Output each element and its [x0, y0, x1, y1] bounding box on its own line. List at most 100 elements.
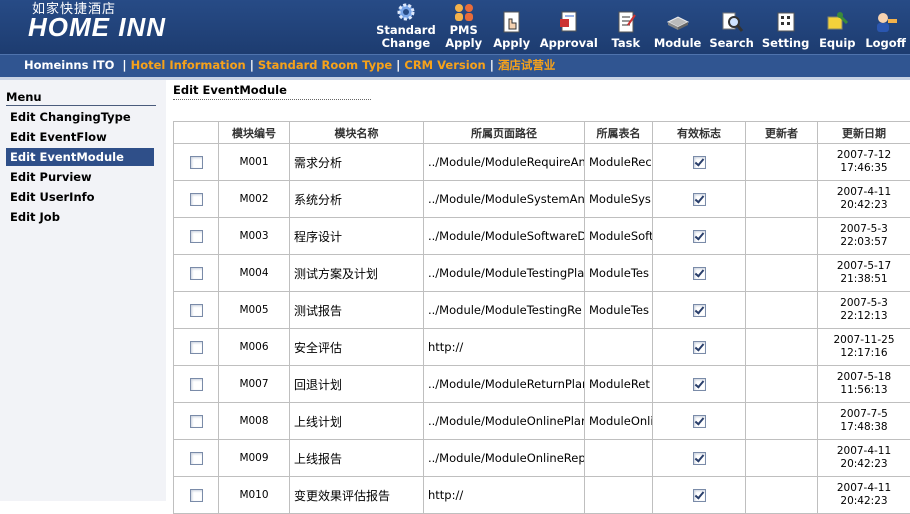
valid-flag-cell — [653, 403, 746, 440]
menu-divider — [6, 105, 156, 106]
valid-flag-checkbox[interactable] — [693, 267, 706, 280]
module-table-cell: ModuleSys — [585, 181, 653, 218]
table-row[interactable]: M010变更效果评估报告http://2007-4-1120:42:23 — [174, 477, 910, 514]
pms-apply-button[interactable]: PMSApply — [440, 0, 488, 54]
row-select-checkbox[interactable] — [190, 341, 203, 354]
module-name-cell: 上线计划 — [290, 403, 424, 440]
module-code-cell: M006 — [219, 329, 290, 366]
valid-flag-checkbox[interactable] — [693, 489, 706, 502]
row-select-checkbox[interactable] — [190, 489, 203, 502]
standard-change-button[interactable]: StandardChange — [372, 0, 440, 54]
module-chip-icon — [666, 11, 690, 33]
updater-cell — [746, 477, 818, 514]
table-row[interactable]: M003程序设计../Module/ModuleSoftwareDModuleS… — [174, 218, 910, 255]
setting-button[interactable]: Setting — [758, 0, 813, 54]
table-row[interactable]: M005测试报告../Module/ModuleTestingReModuleT… — [174, 292, 910, 329]
valid-flag-checkbox[interactable] — [693, 230, 706, 243]
sidebar-item-edit-eventmodule[interactable]: Edit EventModule — [6, 148, 154, 166]
equip-button[interactable]: Equip — [813, 0, 861, 54]
updater-cell — [746, 366, 818, 403]
sidebar-item-edit-job[interactable]: Edit Job — [6, 208, 154, 226]
sidebar-item-edit-eventflow[interactable]: Edit EventFlow — [6, 128, 154, 146]
row-select-cell — [174, 440, 219, 477]
module-table-cell: ModuleSoft — [585, 218, 653, 255]
nav-link-1[interactable]: Standard Room Type — [258, 58, 392, 72]
updater-cell — [746, 218, 818, 255]
module-path-cell: ../Module/ModuleOnlineRep — [424, 440, 585, 477]
valid-flag-checkbox[interactable] — [693, 341, 706, 354]
table-row[interactable]: M009上线报告../Module/ModuleOnlineRep2007-4-… — [174, 440, 910, 477]
row-select-checkbox[interactable] — [190, 452, 203, 465]
row-select-cell — [174, 144, 219, 181]
row-select-checkbox[interactable] — [190, 156, 203, 169]
table-row[interactable]: M004测试方案及计划../Module/ModuleTestingPlaMod… — [174, 255, 910, 292]
module-table-cell: ModuleTes — [585, 255, 653, 292]
module-name-cell: 回退计划 — [290, 366, 424, 403]
table-row[interactable]: M001需求分析../Module/ModuleRequireAnModuleR… — [174, 144, 910, 181]
valid-flag-checkbox[interactable] — [693, 156, 706, 169]
update-time: 22:12:13 — [840, 310, 887, 322]
toolbar-label: Approval — [540, 37, 598, 50]
valid-flag-checkbox[interactable] — [693, 304, 706, 317]
table-row[interactable]: M008上线计划../Module/ModuleOnlinePlarModule… — [174, 403, 910, 440]
updater-cell — [746, 292, 818, 329]
row-select-cell — [174, 329, 219, 366]
nav-link-3[interactable]: 酒店试营业 — [498, 58, 556, 72]
valid-flag-cell — [653, 255, 746, 292]
homeinns-logo: 如家快捷酒店 HOME INN — [28, 0, 178, 52]
valid-flag-checkbox[interactable] — [693, 415, 706, 428]
logoff-button[interactable]: Logoff — [861, 0, 910, 54]
update-date: 2007-5-3 — [840, 223, 888, 235]
sidebar: Menu Edit ChangingTypeEdit EventFlowEdit… — [0, 80, 166, 501]
gear-cog-icon — [394, 1, 418, 23]
update-date-cell: 2007-7-1217:46:35 — [818, 144, 910, 181]
column-header-5: 有效标志 — [653, 122, 746, 144]
module-code-cell: M010 — [219, 477, 290, 514]
sidebar-item-edit-purview[interactable]: Edit Purview — [6, 168, 154, 186]
updater-cell — [746, 144, 818, 181]
row-select-checkbox[interactable] — [190, 193, 203, 206]
row-select-checkbox[interactable] — [190, 378, 203, 391]
valid-flag-checkbox[interactable] — [693, 193, 706, 206]
pointer-hand-icon — [500, 11, 524, 33]
search-button[interactable]: Search — [705, 0, 758, 54]
nav-bar: Homeinns ITO |Hotel Information|Standard… — [0, 54, 910, 80]
search-magnifier-icon — [720, 11, 744, 33]
update-date: 2007-4-11 — [837, 482, 891, 494]
table-row[interactable]: M002系统分析../Module/ModuleSystemAnaModuleS… — [174, 181, 910, 218]
sidebar-item-edit-changingtype[interactable]: Edit ChangingType — [6, 108, 154, 126]
row-select-checkbox[interactable] — [190, 267, 203, 280]
task-button[interactable]: Task — [602, 0, 650, 54]
update-time: 21:38:51 — [840, 273, 887, 285]
update-date-cell: 2007-4-1120:42:23 — [818, 181, 910, 218]
module-table-cell — [585, 440, 653, 477]
nav-separator: | — [396, 58, 400, 72]
module-button[interactable]: Module — [650, 0, 706, 54]
update-date-cell: 2007-5-322:12:13 — [818, 292, 910, 329]
row-select-checkbox[interactable] — [190, 304, 203, 317]
valid-flag-checkbox[interactable] — [693, 452, 706, 465]
column-header-3: 所属页面路径 — [424, 122, 585, 144]
row-select-checkbox[interactable] — [190, 230, 203, 243]
module-name-cell: 测试方案及计划 — [290, 255, 424, 292]
sidebar-item-edit-userinfo[interactable]: Edit UserInfo — [6, 188, 154, 206]
row-select-checkbox[interactable] — [190, 415, 203, 428]
table-row[interactable]: M007回退计划../Module/ModuleReturnPlarModule… — [174, 366, 910, 403]
table-row[interactable]: M006安全评估http://2007-11-2512:17:16 — [174, 329, 910, 366]
table-header-row: 模块编号模块名称所属页面路径所属表名有效标志更新者更新日期 — [174, 122, 910, 144]
row-select-cell — [174, 255, 219, 292]
update-date-cell: 2007-5-1721:38:51 — [818, 255, 910, 292]
module-table-cell — [585, 329, 653, 366]
update-date: 2007-11-25 — [833, 334, 894, 346]
module-table-cell: ModuleOnli — [585, 403, 653, 440]
toolbar-label: Module — [654, 37, 702, 50]
row-select-cell — [174, 403, 219, 440]
title-dotted-divider — [173, 99, 371, 100]
logo-english-text: HOME INN — [28, 12, 166, 43]
toolbar-label: Equip — [819, 37, 855, 50]
nav-link-2[interactable]: CRM Version — [404, 58, 485, 72]
valid-flag-checkbox[interactable] — [693, 378, 706, 391]
apply-button[interactable]: Apply — [488, 0, 536, 54]
nav-link-0[interactable]: Hotel Information — [131, 58, 246, 72]
approval-button[interactable]: Approval — [536, 0, 602, 54]
